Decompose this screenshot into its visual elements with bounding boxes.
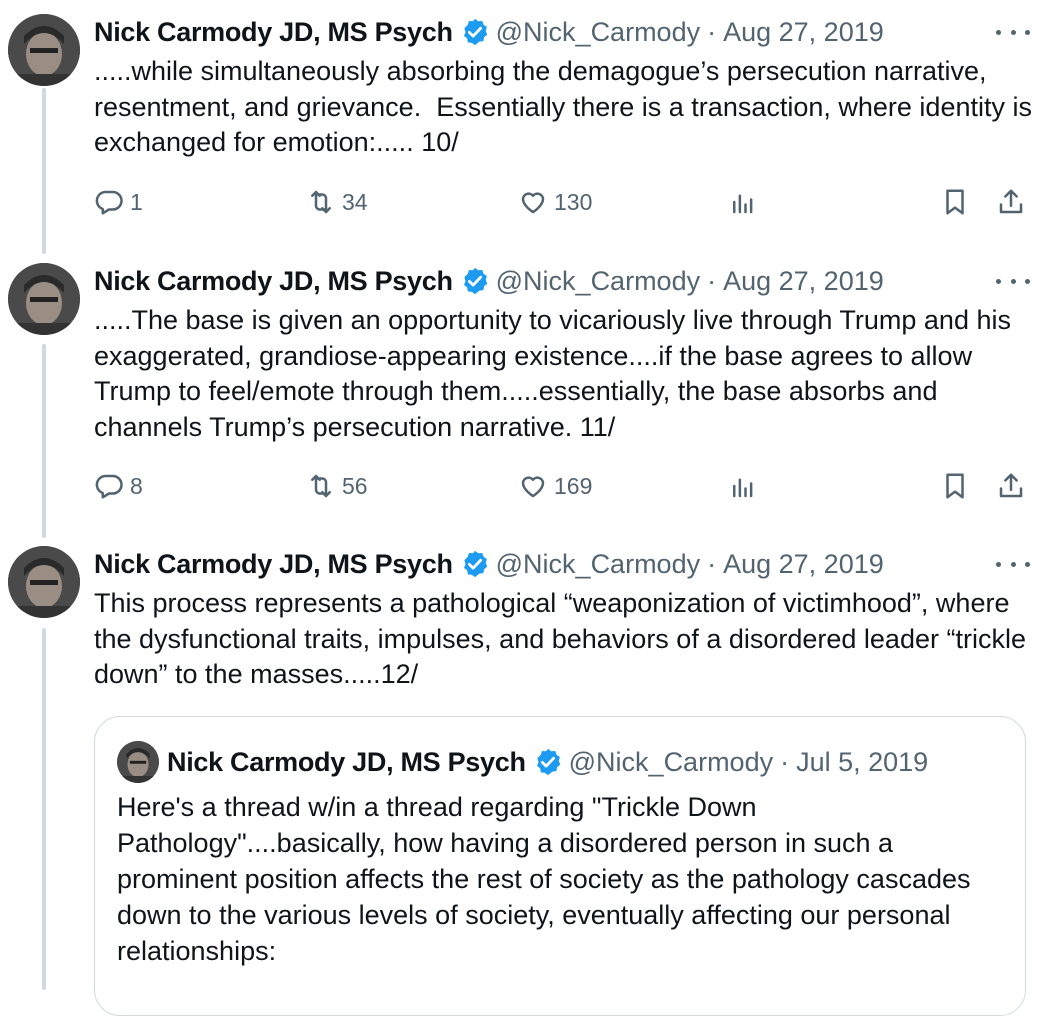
views-button[interactable] (728, 466, 758, 506)
tweet-date[interactable]: Aug 27, 2019 (723, 266, 884, 297)
tweet[interactable]: Nick Carmody JD, MS Psych @Nick_Carmody … (0, 14, 1048, 234)
like-count: 130 (554, 188, 593, 215)
avatar[interactable] (8, 263, 80, 335)
reply-button[interactable]: 8 (94, 466, 143, 506)
tweet[interactable]: Nick Carmody JD, MS Psych @Nick_Carmody … (0, 263, 1048, 523)
author-name[interactable]: Nick Carmody JD, MS Psych (94, 17, 453, 48)
quoted-author-name: Nick Carmody JD, MS Psych (167, 746, 526, 777)
tweet-header: Nick Carmody JD, MS Psych @Nick_Carmody … (94, 14, 884, 50)
tweet-actions: 8 56 169 (94, 466, 1048, 506)
retweet-count: 34 (342, 188, 368, 215)
views-button[interactable] (728, 182, 758, 222)
author-name[interactable]: Nick Carmody JD, MS Psych (94, 266, 453, 297)
bookmark-icon (946, 473, 964, 499)
tweet-text: .....The base is given an opportunity to… (94, 305, 1019, 442)
author-name[interactable]: Nick Carmody JD, MS Psych (94, 549, 453, 580)
author-handle[interactable]: @Nick_Carmody (496, 549, 700, 580)
views-icon (733, 194, 753, 214)
author-handle[interactable]: @Nick_Carmody (496, 17, 700, 48)
quoted-tweet-text: Here's a thread w/in a thread regarding … (117, 792, 979, 966)
more-icon[interactable] (996, 269, 1030, 293)
quoted-tweet-card[interactable]: Nick Carmody JD, MS Psych @Nick_Carmody … (94, 716, 1026, 1016)
quoted-author-handle: @Nick_Carmody (568, 746, 774, 777)
retweet-count: 56 (342, 472, 368, 499)
tweet-header: Nick Carmody JD, MS Psych @Nick_Carmody … (94, 263, 884, 299)
like-button[interactable]: 130 (518, 182, 592, 222)
bookmark-icon (946, 189, 964, 215)
retweet-button[interactable]: 56 (306, 466, 368, 506)
separator-dot: · (707, 265, 717, 296)
separator-dot: · (780, 746, 790, 777)
reply-count: 8 (130, 472, 143, 499)
more-icon[interactable] (996, 552, 1030, 576)
verified-badge-icon (460, 266, 490, 296)
bookmark-button[interactable] (940, 182, 970, 222)
more-icon[interactable] (996, 20, 1030, 44)
retweet-icon (311, 474, 331, 498)
separator-dot: · (707, 548, 717, 579)
reply-icon (95, 474, 123, 499)
quoted-avatar (117, 741, 159, 783)
views-icon (733, 478, 753, 498)
tweet-actions: 1 34 130 (94, 182, 1048, 222)
share-button[interactable] (996, 466, 1026, 506)
heart-icon (521, 476, 545, 498)
quoted-tweet-header: Nick Carmody JD, MS Psych @Nick_Carmody … (167, 741, 928, 783)
verified-badge-icon (460, 17, 490, 47)
avatar[interactable] (8, 14, 80, 86)
retweet-button[interactable]: 34 (306, 182, 368, 222)
tweet-date[interactable]: Aug 27, 2019 (723, 549, 884, 580)
share-button[interactable] (996, 182, 1026, 222)
separator-dot: · (707, 16, 717, 47)
like-count: 169 (554, 472, 593, 499)
share-icon (999, 473, 1023, 498)
tweet-header: Nick Carmody JD, MS Psych @Nick_Carmody … (94, 546, 884, 582)
retweet-icon (311, 190, 331, 214)
reply-icon (95, 190, 123, 215)
quoted-tweet-date: Jul 5, 2019 (796, 746, 929, 777)
verified-badge-icon (460, 549, 490, 579)
verified-badge-icon (533, 747, 563, 777)
bookmark-button[interactable] (940, 466, 970, 506)
reply-count: 1 (130, 188, 143, 215)
tweet-text: This process represents a pathological “… (94, 588, 1034, 689)
share-icon (999, 189, 1023, 214)
avatar[interactable] (8, 546, 80, 618)
author-handle[interactable]: @Nick_Carmody (496, 266, 700, 297)
reply-button[interactable]: 1 (94, 182, 143, 222)
like-button[interactable]: 169 (518, 466, 592, 506)
tweet-text: .....while simultaneously absorbing the … (94, 56, 1040, 157)
tweet-date[interactable]: Aug 27, 2019 (723, 17, 884, 48)
heart-icon (521, 192, 545, 214)
